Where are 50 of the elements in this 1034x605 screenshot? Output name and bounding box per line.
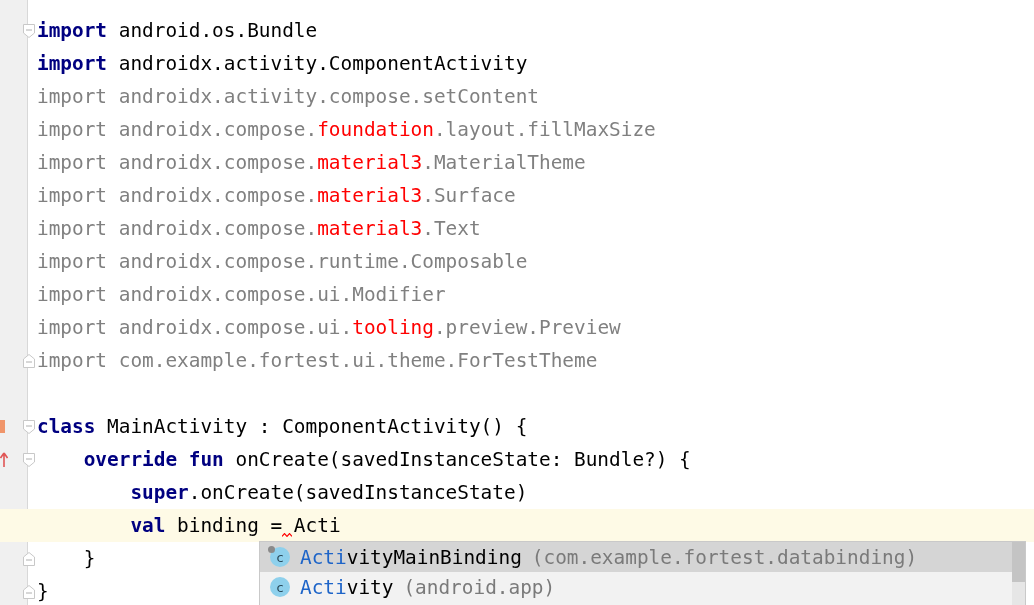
unresolved-code-text: foundation <box>317 117 434 143</box>
unused-code-text: import com.example.fortest.ui.theme.ForTestTheme <box>37 348 598 374</box>
unused-code-text: .MaterialTheme <box>422 150 586 176</box>
keyword: import <box>37 51 108 77</box>
unused-code-text: import androidx.compose. <box>37 117 318 143</box>
scrollbar[interactable] <box>1012 542 1025 605</box>
unused-code-text: .Text <box>422 216 481 242</box>
unused-code-text: import androidx.compose.runtime.Composable <box>37 249 528 275</box>
fold-icon[interactable] <box>23 452 35 467</box>
unresolved-code-text: material3 <box>317 216 423 242</box>
unused-code-text: import androidx.compose.ui.Modifier <box>37 282 446 308</box>
package-text: (android.app) <box>403 575 556 599</box>
fold-icon[interactable] <box>23 419 35 434</box>
code-text: MainActivity : ComponentActivity() { <box>106 414 528 440</box>
code-text: androidx.activity.ComponentActivity <box>117 51 528 77</box>
up-arrow-icon[interactable] <box>0 451 8 468</box>
fold-icon[interactable] <box>23 23 35 38</box>
unresolved-code-text: material3 <box>317 183 423 209</box>
fold-end-icon[interactable] <box>23 353 35 368</box>
keyword: super <box>130 480 189 506</box>
class-icon: c <box>270 577 290 597</box>
package-text: (com.example.fortest.databinding) <box>531 545 918 569</box>
unused-code-text: import androidx.compose. <box>37 150 318 176</box>
keyword: class <box>37 414 96 440</box>
unused-code-text: .layout.fillMaxSize <box>433 117 656 143</box>
code-text: binding = <box>176 513 283 539</box>
implemented-marker-icon[interactable] <box>0 420 5 433</box>
unresolved-code-text: material3 <box>317 150 423 176</box>
code-text: .onCreate(savedInstanceState) <box>188 480 528 506</box>
unused-code-text: .preview.Preview <box>433 315 621 341</box>
code-editor[interactable] <box>0 0 1034 605</box>
completion-item[interactable]: c Activity (android.app) <box>260 572 1012 602</box>
unresolved-code-text: tooling <box>352 315 434 341</box>
keyword: import <box>37 18 108 44</box>
keyword: val <box>130 513 166 539</box>
keyword: override fun <box>83 447 224 473</box>
code-text: } <box>83 546 96 572</box>
class-icon: c <box>270 547 290 567</box>
fold-end-icon[interactable] <box>23 551 35 566</box>
unused-code-text: import androidx.activity.compose.setContent <box>37 84 539 110</box>
code-text: onCreate(savedInstanceState: Bundle?) { <box>234 447 691 473</box>
unused-code-text: .Surface <box>422 183 516 209</box>
code-text: } <box>37 579 49 605</box>
unused-code-text: import androidx.compose. <box>37 183 318 209</box>
unused-code-text: import androidx.compose.ui. <box>37 315 353 341</box>
unused-code-text: import androidx.compose. <box>37 216 318 242</box>
code-text: Acti <box>293 513 341 539</box>
completion-item[interactable]: c ActivityMainBinding (com.example.fortest.databinding) <box>260 542 1012 572</box>
code-text: android.os.Bundle <box>117 18 318 44</box>
fold-end-icon[interactable] <box>23 584 35 599</box>
